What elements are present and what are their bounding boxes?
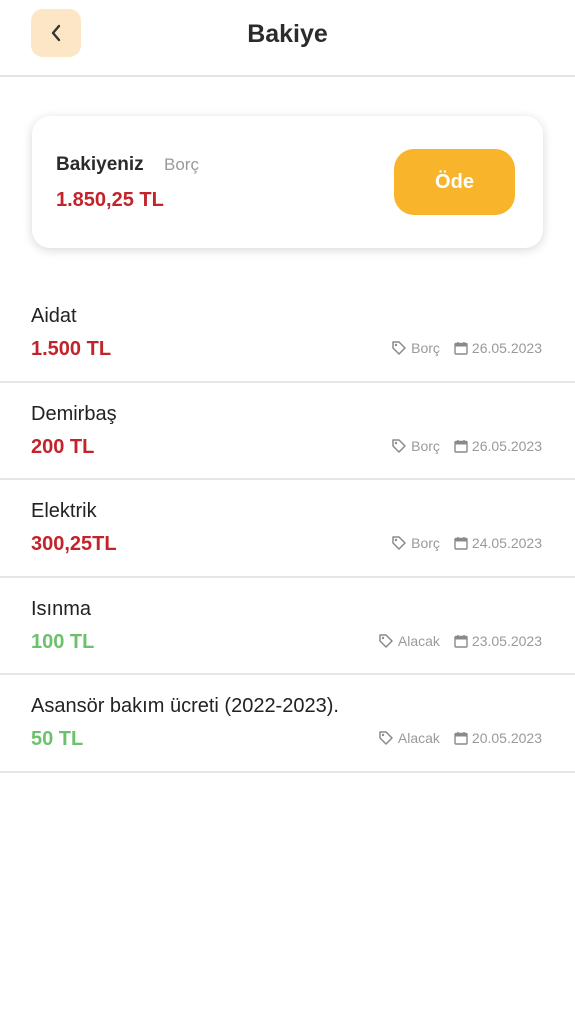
balance-amount: 1.850,25 TL [56,189,164,211]
balance-label: Bakiyeniz [56,154,144,175]
list-item[interactable]: Demirbaş 200 TL Borç 26.05.2023 [0,383,575,480]
transaction-amount: 50 TL [31,728,84,750]
transaction-kind: Borç [411,340,440,356]
transaction-list: Aidat 1.500 TL Borç 26.05.2023 Demirbaş … [0,285,575,773]
list-item[interactable]: Asansör bakım ücreti (2022-2023). 50 TL … [0,675,575,773]
transaction-meta: Alacak 20.05.2023 [378,730,542,746]
tag-icon [391,535,407,551]
transaction-amount: 1.500 TL [31,338,112,360]
app-header: Bakiye [0,0,575,77]
calendar-icon [454,536,468,550]
balance-card: Bakiyeniz Borç 1.850,25 TL Öde [32,116,543,248]
transaction-title: Asansör bakım ücreti (2022-2023). [31,695,339,717]
tag-icon [391,438,407,454]
transaction-kind: Borç [411,535,440,551]
transaction-meta: Alacak 23.05.2023 [378,633,542,649]
page-title: Bakiye [247,20,328,48]
transaction-amount: 200 TL [31,435,95,458]
transaction-date: 23.05.2023 [471,632,542,649]
balance-type: Borç [164,155,199,174]
tag-icon [378,730,394,746]
transaction-date: 24.05.2023 [471,535,542,551]
transaction-date: 20.05.2023 [471,730,542,746]
transaction-title: Aidat [31,305,77,327]
transaction-amount: 300,25TL [31,533,117,555]
transaction-title: Elektrik [31,500,97,522]
transaction-meta: Borç 26.05.2023 [391,438,542,454]
transaction-meta: Borç 24.05.2023 [391,535,542,551]
list-item[interactable]: Elektrik 300,25TL Borç 24.05.2023 [0,480,575,578]
calendar-icon [454,731,468,745]
calendar-icon [454,341,468,355]
tag-icon [378,633,394,649]
transaction-title: Isınma [31,597,92,620]
transaction-date: 26.05.2023 [471,340,542,356]
list-item[interactable]: Isınma 100 TL Alacak 23.05.2023 [0,578,575,675]
list-item[interactable]: Aidat 1.500 TL Borç 26.05.2023 [0,285,575,383]
transaction-kind: Alacak [397,730,440,746]
transaction-kind: Alacak [397,632,440,649]
calendar-icon [454,439,468,453]
transaction-amount: 100 TL [31,630,95,653]
tag-icon [391,340,407,356]
transaction-kind: Borç [411,437,440,454]
calendar-icon [454,634,468,648]
transaction-date: 26.05.2023 [471,437,542,454]
transaction-meta: Borç 26.05.2023 [391,340,542,356]
pay-button[interactable]: Öde [394,149,515,215]
transaction-title: Demirbaş [31,402,117,425]
